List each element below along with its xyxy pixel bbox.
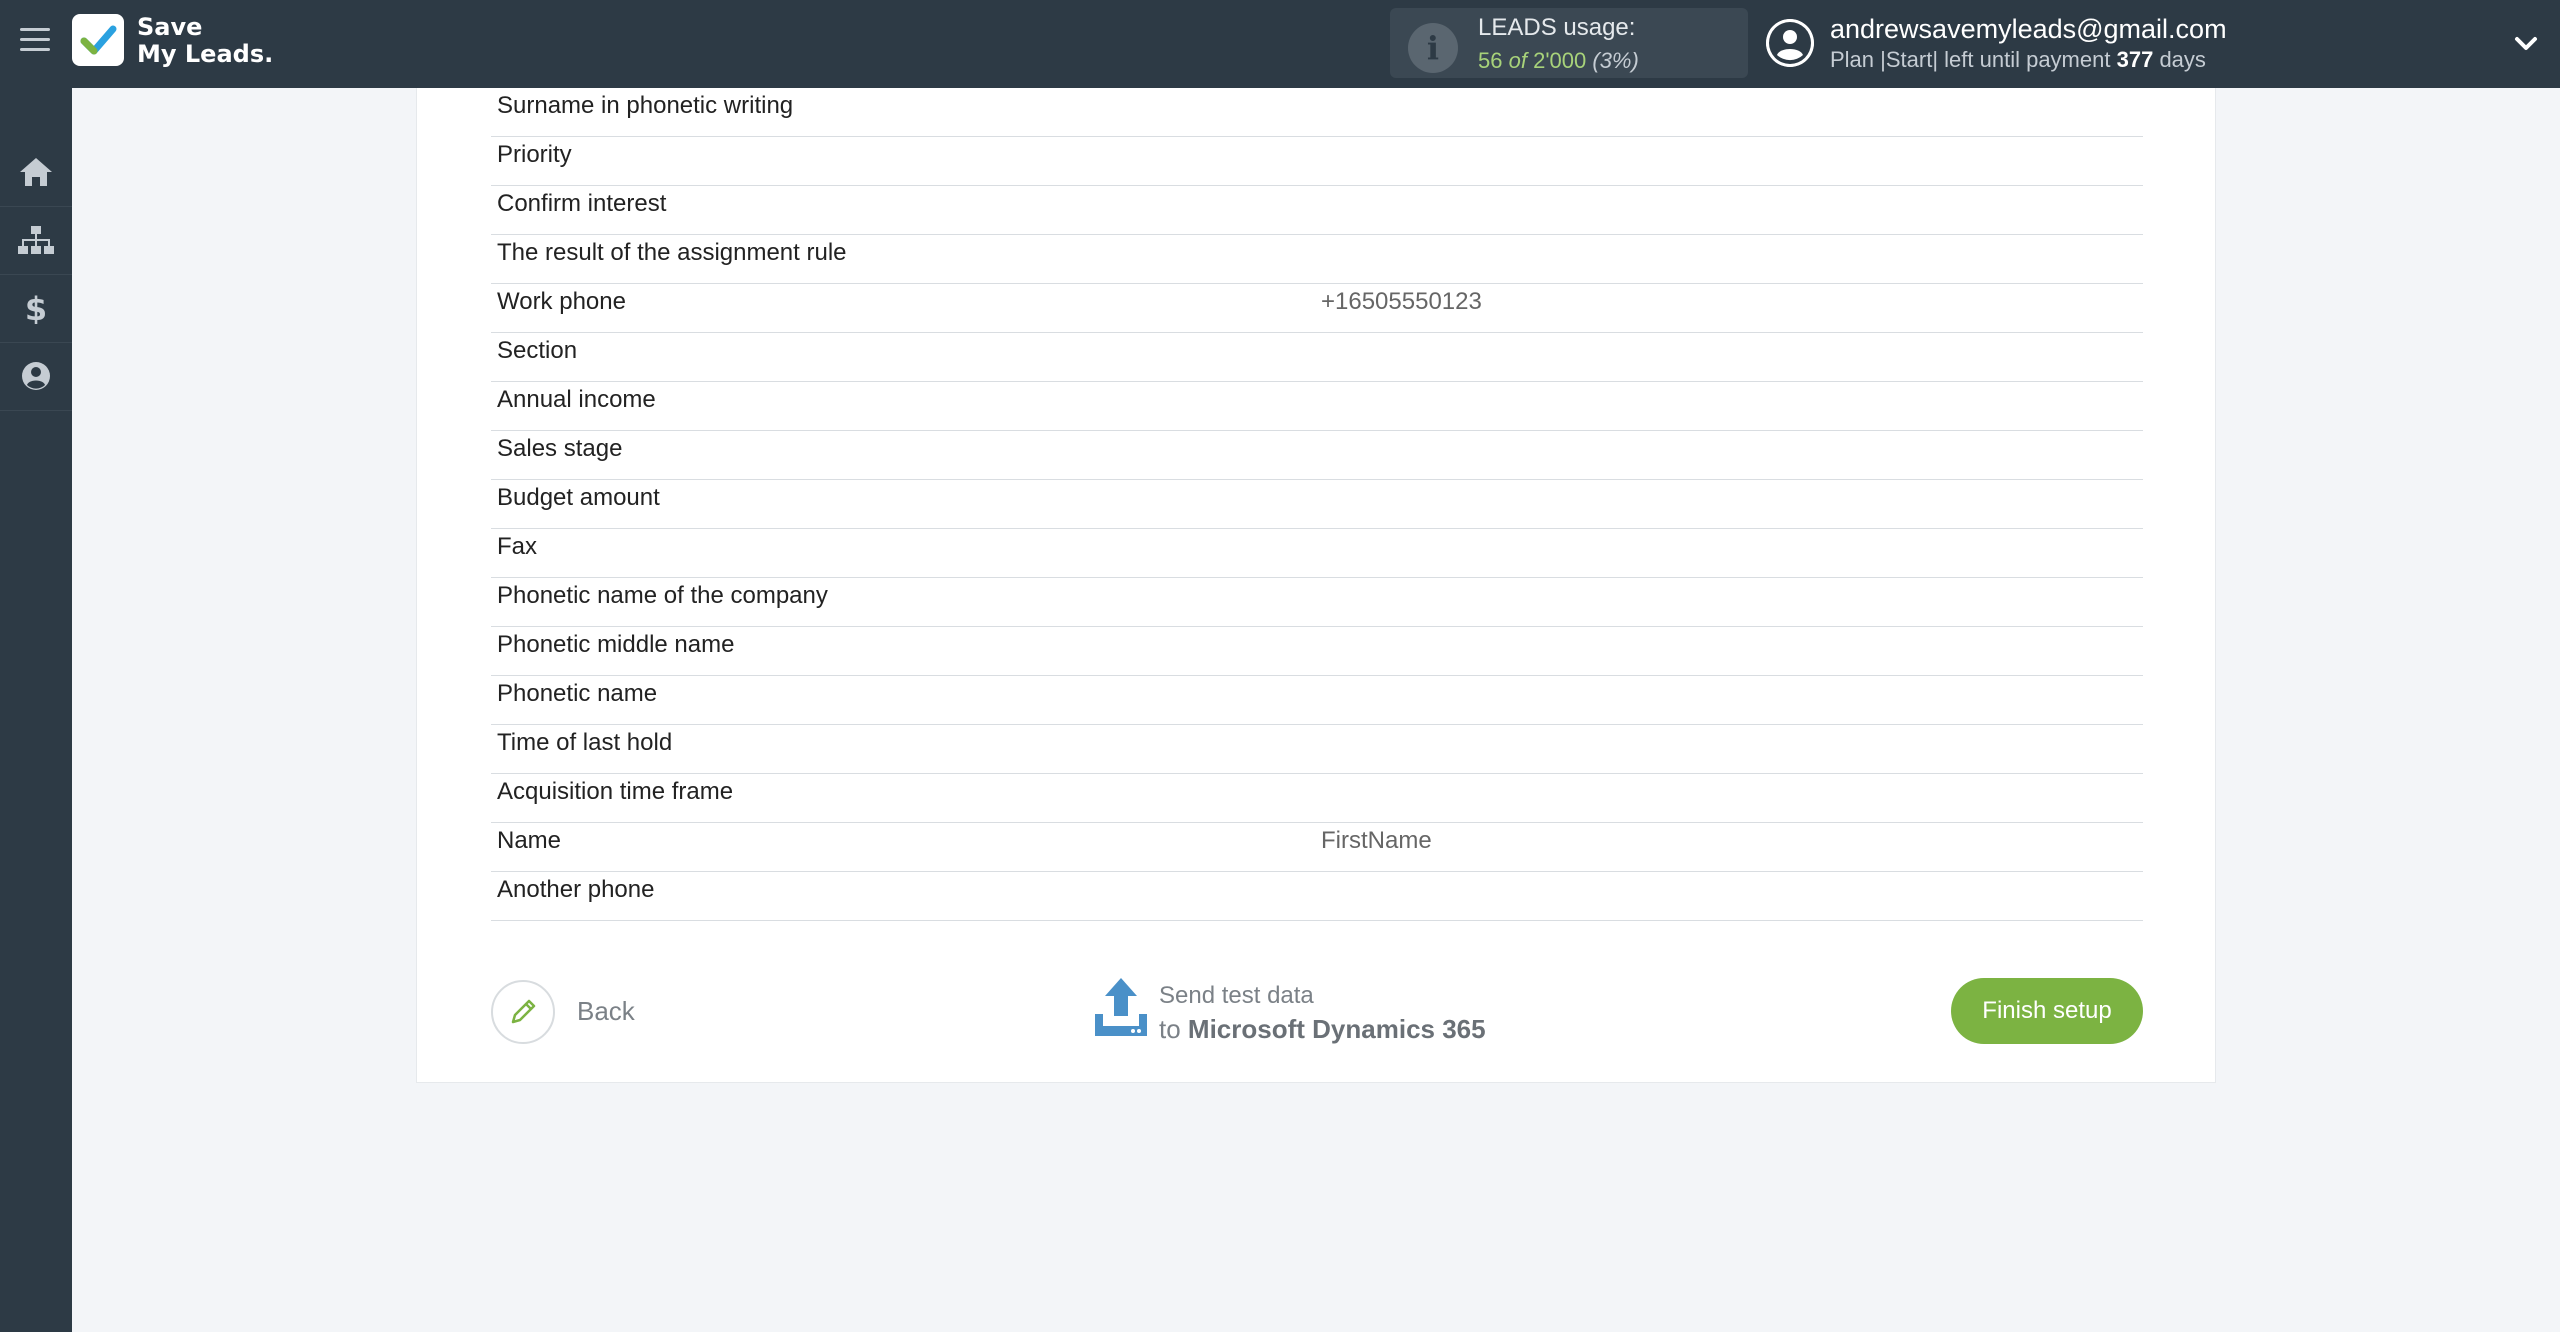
field-label: Phonetic name of the company	[497, 582, 828, 609]
table-row: Phonetic name of the company	[491, 578, 2143, 627]
field-label: Acquisition time frame	[497, 778, 734, 805]
table-row: Sales stage	[491, 431, 2143, 480]
table-row: Name FirstName	[491, 823, 2143, 872]
field-label: Budget amount	[497, 484, 660, 511]
logo-icon[interactable]	[72, 14, 124, 66]
days-left: 377	[2116, 47, 2154, 72]
table-row: Budget amount	[491, 480, 2143, 529]
user-email[interactable]: andrewsavemyleads@gmail.com	[1830, 14, 2227, 45]
field-value[interactable]: +16505550123	[1321, 288, 1482, 316]
sitemap-icon	[18, 226, 54, 254]
chevron-down-icon[interactable]	[2512, 30, 2540, 58]
info-icon: i	[1408, 23, 1458, 73]
days-label: days	[2159, 47, 2206, 72]
sidebar-item-connections[interactable]	[0, 206, 72, 275]
finish-setup-button[interactable]: Finish setup	[1951, 978, 2143, 1044]
send-test-data-button[interactable]: Send test data to Microsoft Dynamics 365	[1091, 976, 1511, 1046]
usage-used: 56	[1478, 48, 1503, 73]
send-test-line2: to Microsoft Dynamics 365	[1159, 1014, 1486, 1045]
table-row: Surname in phonetic writing	[491, 88, 2143, 137]
field-label: Priority	[497, 141, 572, 168]
usage-percent: (3%)	[1592, 48, 1639, 73]
plan-text: Plan |Start| left until payment	[1830, 47, 2111, 72]
table-row: Confirm interest	[491, 186, 2143, 235]
table-row: Priority	[491, 137, 2143, 186]
field-label: Section	[497, 337, 578, 364]
logo-line-2: My Leads.	[137, 40, 274, 68]
field-label: Work phone	[497, 288, 626, 315]
field-label: The result of the assignment rule	[497, 239, 847, 266]
back-button[interactable]: Back	[491, 980, 651, 1044]
sidebar-item-home[interactable]	[0, 138, 72, 207]
sidebar: $	[0, 88, 72, 1332]
field-label: Name	[497, 827, 562, 854]
table-row: Phonetic middle name	[491, 627, 2143, 676]
dollar-icon: $	[25, 292, 47, 324]
field-label: Sales stage	[497, 435, 623, 462]
field-label: Phonetic name	[497, 680, 658, 707]
svg-text:$: $	[25, 292, 47, 324]
send-target: Microsoft Dynamics 365	[1187, 1014, 1486, 1044]
logo-text[interactable]: Save My Leads.	[137, 14, 273, 68]
table-row: The result of the assignment rule	[491, 235, 2143, 284]
field-label: Confirm interest	[497, 190, 667, 217]
user-circle-icon	[22, 362, 50, 390]
table-row: Another phone	[491, 872, 2143, 921]
table-row: Annual income	[491, 382, 2143, 431]
field-value[interactable]: FirstName	[1321, 827, 1432, 855]
avatar-icon[interactable]	[1766, 19, 1814, 67]
field-label: Time of last hold	[497, 729, 673, 756]
pencil-icon	[511, 999, 536, 1024]
field-label: Phonetic middle name	[497, 631, 735, 658]
sidebar-item-account[interactable]	[0, 342, 72, 411]
back-circle	[491, 980, 555, 1044]
table-row: Time of last hold	[491, 725, 2143, 774]
usage-value: 56 of 2'000 (3%)	[1478, 48, 1639, 74]
leads-usage-panel: i LEADS usage: 56 of 2'000 (3%)	[1390, 8, 1748, 78]
main-card: Surname in phonetic writing Priority Confi…	[416, 88, 2216, 1083]
user-plan: Plan |Start| left until payment 377 days	[1830, 47, 2206, 73]
field-label: Another phone	[497, 876, 655, 903]
send-test-line1: Send test data	[1159, 982, 1314, 1009]
usage-title: LEADS usage:	[1478, 14, 1636, 41]
upload-icon	[1095, 978, 1147, 1036]
sidebar-item-billing[interactable]: $	[0, 274, 72, 343]
table-row: Fax	[491, 529, 2143, 578]
usage-of: of	[1508, 48, 1527, 73]
hamburger-menu-icon[interactable]	[20, 28, 50, 58]
field-mapping-table: Surname in phonetic writing Priority Confi…	[491, 88, 2143, 921]
table-row: Acquisition time frame	[491, 774, 2143, 823]
field-label: Fax	[497, 533, 538, 560]
top-bar: Save My Leads. i LEADS usage: 56 of 2'00…	[0, 0, 2560, 88]
table-row: Phonetic name	[491, 676, 2143, 725]
table-row: Work phone +16505550123	[491, 284, 2143, 333]
field-label: Annual income	[497, 386, 656, 413]
home-icon	[20, 158, 52, 186]
usage-total: 2'000	[1533, 48, 1587, 73]
send-to: to	[1159, 1014, 1181, 1044]
back-label: Back	[577, 996, 635, 1026]
table-row: Section	[491, 333, 2143, 382]
logo-line-1: Save	[137, 13, 203, 41]
field-label: Surname in phonetic writing	[497, 92, 794, 119]
